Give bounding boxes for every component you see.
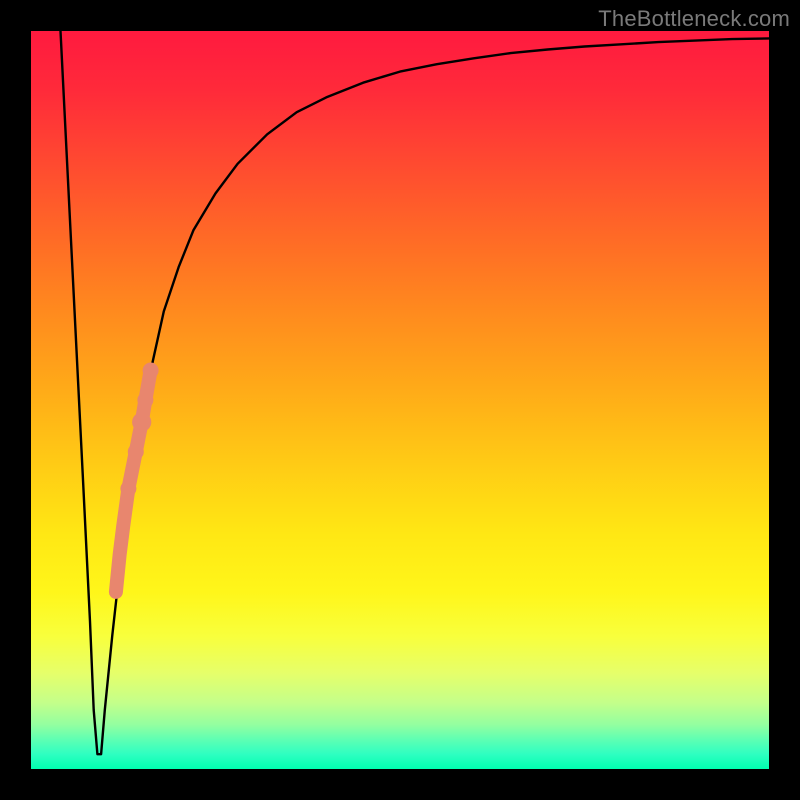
highlight-dot bbox=[117, 519, 130, 532]
highlight-dot bbox=[137, 392, 153, 408]
highlight-dot bbox=[113, 549, 126, 562]
chart-frame: TheBottleneck.com bbox=[0, 0, 800, 800]
chart-svg bbox=[31, 31, 769, 769]
highlight-dot bbox=[128, 444, 144, 460]
highlight-dot bbox=[132, 413, 151, 432]
highlight-dot bbox=[110, 586, 123, 599]
plot-area bbox=[31, 31, 769, 769]
bottleneck-curve bbox=[61, 31, 770, 754]
highlight-dot bbox=[120, 481, 136, 497]
watermark-text: TheBottleneck.com bbox=[598, 6, 790, 32]
highlight-dot bbox=[143, 363, 159, 379]
highlight-dots bbox=[110, 363, 159, 599]
